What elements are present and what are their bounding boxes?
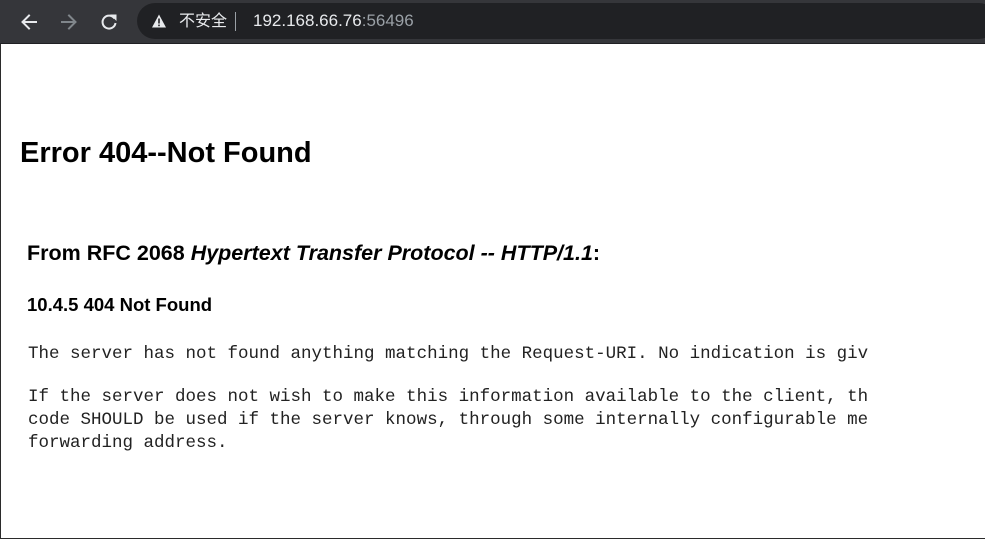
- back-button[interactable]: [14, 7, 44, 37]
- url-text[interactable]: 192.168.66.76:56496: [253, 11, 414, 31]
- rfc-heading-protocol: Hypertext Transfer Protocol -- HTTP/1.1: [190, 241, 593, 265]
- description-paragraph-1: The server has not found anything matchi…: [28, 344, 869, 364]
- browser-toolbar: 不安全 192.168.66.76:56496: [0, 0, 985, 44]
- url-port: :56496: [361, 11, 414, 30]
- address-bar[interactable]: 不安全 192.168.66.76:56496: [137, 3, 985, 39]
- arrow-right-icon: [61, 14, 77, 30]
- description-paragraph-2: If the server does not wish to make this…: [28, 387, 869, 453]
- rfc-heading-suffix: :: [592, 241, 601, 265]
- forward-button[interactable]: [54, 7, 84, 37]
- rfc-heading-prefix: From RFC 2068: [27, 241, 191, 265]
- omnibox-divider: [235, 12, 236, 31]
- page-content: Error 404--Not Found From RFC 2068 Hyper…: [0, 44, 985, 539]
- page-title: Error 404--Not Found: [20, 137, 312, 169]
- section-heading: 10.4.5 404 Not Found: [27, 294, 213, 315]
- security-status-label[interactable]: 不安全: [179, 11, 227, 31]
- reload-icon: [101, 14, 117, 30]
- url-host: 192.168.66.76: [253, 11, 362, 30]
- rfc-heading: From RFC 2068 Hypertext Transfer Protoco…: [27, 240, 600, 266]
- warning-triangle-icon[interactable]: [151, 13, 167, 29]
- reload-button[interactable]: [94, 7, 124, 37]
- arrow-left-icon: [21, 14, 37, 30]
